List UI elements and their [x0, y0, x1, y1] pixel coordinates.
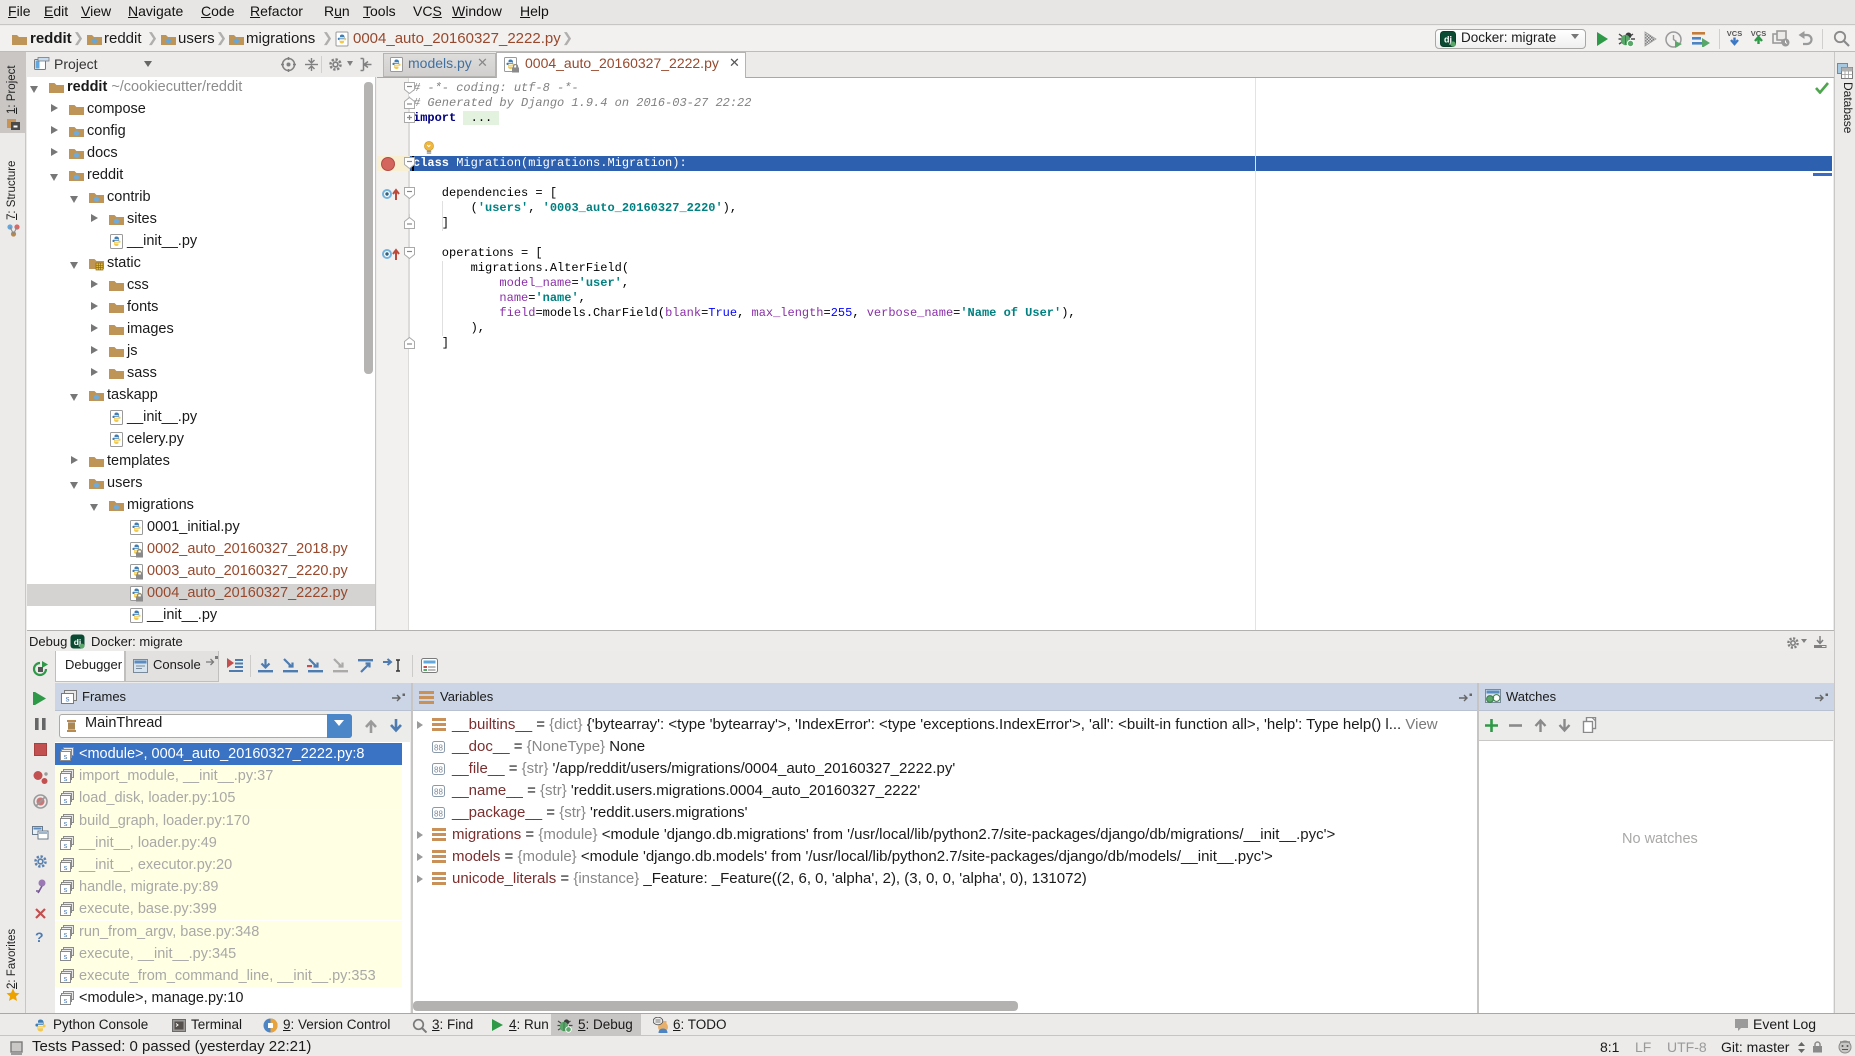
svg-text:s: s: [65, 696, 70, 705]
svg-text:VCS: VCS: [1727, 29, 1742, 38]
